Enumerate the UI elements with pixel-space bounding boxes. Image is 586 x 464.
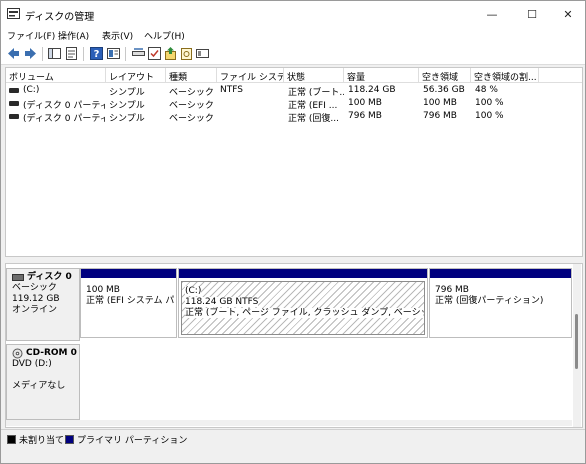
- maximize-icon: ☐: [527, 7, 537, 21]
- cdrom-type: DVD (D:): [12, 359, 52, 369]
- volume-filesystem: NTFS: [220, 85, 243, 95]
- disk-name: ディスク 0: [27, 272, 72, 282]
- volume-free-space: 56.36 GB: [423, 85, 465, 95]
- view-icon[interactable]: [106, 46, 121, 61]
- menu-action[interactable]: 操作(A): [58, 29, 89, 42]
- column-header-status[interactable]: 状態: [284, 68, 344, 83]
- volume-capacity: 796 MB: [348, 111, 382, 121]
- column-header-free-percent[interactable]: 空き領域の割...: [471, 68, 539, 83]
- volume-status: 正常 (回復...: [288, 114, 339, 124]
- scroll-thumb[interactable]: [575, 314, 578, 369]
- svg-text:?: ?: [94, 49, 100, 60]
- column-header-filesystem[interactable]: ファイル システム: [217, 68, 284, 83]
- disk-map-pane: ディスク 0 ベーシック 119.12 GB オンライン 100 MB 正常 (…: [5, 263, 583, 428]
- cd-rom-icon: [12, 348, 23, 359]
- partition-title: (C:): [185, 286, 202, 296]
- primary-partition-band: [179, 269, 427, 278]
- toolbar: ?: [1, 43, 585, 65]
- cdrom-0-label[interactable]: CD-ROM 0 DVD (D:) メディアなし: [6, 344, 80, 420]
- window-title: ディスクの管理: [25, 12, 95, 23]
- partition-c[interactable]: (C:) 118.24 GB NTFS 正常 (ブート, ページ ファイル, ク…: [178, 268, 428, 338]
- volume-free-percent: 48 %: [475, 85, 498, 95]
- help-icon[interactable]: ?: [89, 46, 104, 61]
- partition-size: 796 MB: [435, 285, 469, 295]
- cdrom-status: メディアなし: [12, 381, 66, 391]
- volume-icon: [9, 88, 19, 93]
- connect-disk-icon[interactable]: [131, 46, 146, 61]
- cdrom-name: CD-ROM 0: [26, 348, 77, 358]
- volume-capacity: 100 MB: [348, 98, 382, 108]
- volume-name: (C:): [23, 85, 40, 95]
- column-header-capacity[interactable]: 容量: [344, 68, 419, 83]
- volume-icon: [9, 101, 19, 106]
- volume-free-percent: 100 %: [475, 111, 504, 121]
- legend-label: プライマリ パーティション: [77, 436, 188, 446]
- partition-efi[interactable]: 100 MB 正常 (EFI システム パーティション): [80, 268, 177, 338]
- properties-icon[interactable]: [64, 46, 79, 61]
- disk-0-partitions: 100 MB 正常 (EFI システム パーティション) (C:) 118.24…: [80, 268, 572, 341]
- cdrom-0-empty-area: [80, 344, 572, 420]
- volume-list-pane: ボリューム レイアウト 種類 ファイル システム 状態 容量 空き領域 空き領域…: [5, 67, 583, 257]
- unallocated-swatch: [7, 435, 16, 444]
- legend-bar: 未割り当て プライマリ パーティション: [1, 429, 585, 446]
- volume-row[interactable]: (C:) シンプル ベーシック NTFS 正常 (ブート... 118.24 G…: [6, 84, 582, 98]
- volume-free-percent: 100 %: [475, 98, 504, 108]
- disk-status: オンライン: [12, 305, 58, 315]
- settings-icon[interactable]: [195, 46, 210, 61]
- partition-status: 正常 (回復パーティション): [435, 296, 544, 306]
- menu-bar: ファイル(F) 操作(A) 表示(V) ヘルプ(H): [1, 27, 585, 43]
- menu-file[interactable]: ファイル(F): [7, 29, 55, 42]
- primary-partition-band: [430, 269, 571, 278]
- partition-size: 118.24 GB NTFS: [185, 297, 259, 307]
- disk-management-app-icon: [7, 8, 20, 19]
- legend-label: 未割り当て: [19, 436, 65, 446]
- import-icon[interactable]: [163, 46, 178, 61]
- disk-size: 119.12 GB: [12, 294, 60, 304]
- volume-table-header: ボリューム レイアウト 種類 ファイル システム 状態 容量 空き領域 空き領域…: [6, 68, 582, 83]
- primary-partition-band: [81, 269, 176, 278]
- toolbar-separator: [125, 47, 126, 61]
- volume-free-space: 796 MB: [423, 111, 457, 121]
- primary-partition-swatch: [65, 435, 74, 444]
- back-arrow-icon[interactable]: [6, 46, 21, 61]
- column-header-layout[interactable]: レイアウト: [106, 68, 166, 83]
- volume-capacity: 118.24 GB: [348, 85, 396, 95]
- volume-row[interactable]: (ディスク 0 パーティシ... シンプル ベーシック 正常 (回復... 79…: [6, 110, 582, 124]
- volume-row[interactable]: (ディスク 0 パーティシ... シンプル ベーシック 正常 (EFI ... …: [6, 97, 582, 111]
- menu-view[interactable]: 表示(V): [102, 29, 133, 42]
- forward-arrow-icon[interactable]: [23, 46, 38, 61]
- close-button[interactable]: ✕: [549, 1, 586, 27]
- column-header-type[interactable]: 種類: [166, 68, 217, 83]
- disk-pane-vertical-scrollbar[interactable]: [573, 264, 581, 427]
- minimize-button[interactable]: —: [473, 1, 511, 27]
- close-icon: ✕: [563, 7, 573, 21]
- volume-free-space: 100 MB: [423, 98, 457, 108]
- check-icon[interactable]: [147, 46, 162, 61]
- volume-icon: [9, 114, 19, 119]
- partition-recovery[interactable]: 796 MB 正常 (回復パーティション): [429, 268, 572, 338]
- maximize-button[interactable]: ☐: [513, 1, 551, 27]
- disk-management-window: ディスクの管理 — ☐ ✕ ファイル(F) 操作(A) 表示(V) ヘルプ(H): [0, 0, 586, 464]
- volume-layout: シンプル: [109, 114, 145, 124]
- column-header-free-space[interactable]: 空き領域: [419, 68, 471, 83]
- show-hide-console-tree-icon[interactable]: [47, 46, 62, 61]
- toolbar-separator: [83, 47, 84, 61]
- column-header-volume[interactable]: ボリューム: [6, 68, 106, 83]
- toolbar-separator: [42, 47, 43, 61]
- legend-primary-partition: プライマリ パーティション: [65, 433, 187, 446]
- title-bar: ディスクの管理 — ☐ ✕: [1, 1, 585, 27]
- minimize-icon: —: [486, 7, 498, 21]
- disk-type: ベーシック: [12, 283, 57, 293]
- volume-name: (ディスク 0 パーティシ...: [23, 114, 105, 124]
- rescan-icon[interactable]: [179, 46, 194, 61]
- partition-status: 正常 (EFI システム パーティション): [86, 296, 174, 306]
- partition-status: 正常 (ブート, ページ ファイル, クラッシュ ダンプ, ベーシック データ …: [185, 308, 424, 318]
- volume-type: ベーシック: [169, 114, 214, 124]
- legend-unallocated: 未割り当て: [7, 433, 64, 446]
- disk-0-label[interactable]: ディスク 0 ベーシック 119.12 GB オンライン: [6, 268, 80, 341]
- disk-pane-horizontal-scrollbar[interactable]: [6, 420, 572, 426]
- hard-disk-icon: [12, 274, 24, 281]
- menu-help[interactable]: ヘルプ(H): [144, 29, 185, 42]
- partition-size: 100 MB: [86, 285, 120, 295]
